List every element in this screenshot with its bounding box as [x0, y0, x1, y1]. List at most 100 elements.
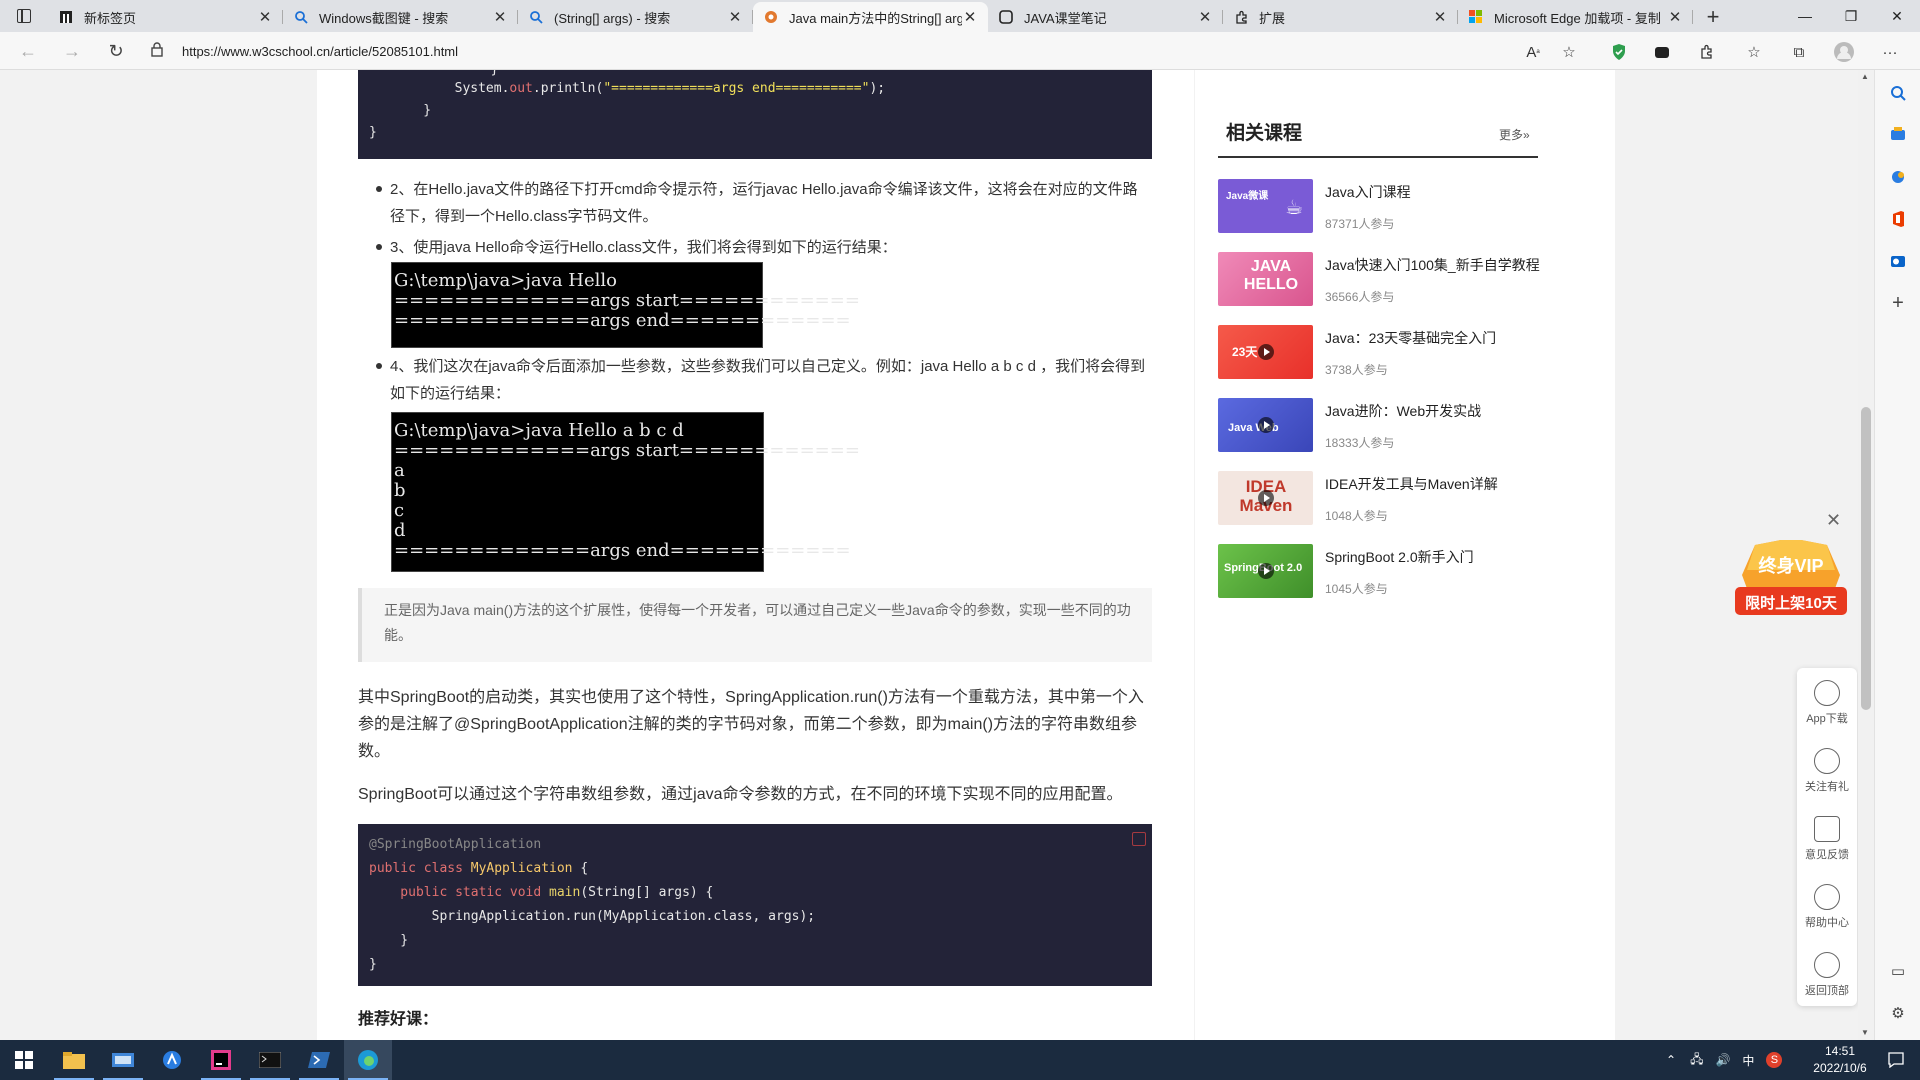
- restore-button[interactable]: ❐: [1828, 0, 1874, 32]
- office-icon[interactable]: [1887, 208, 1909, 230]
- course-title[interactable]: SpringBoot 2.0新手入门: [1325, 547, 1474, 567]
- back-button[interactable]: ←: [14, 38, 42, 64]
- code-line: System.out.println("=============args en…: [392, 81, 886, 96]
- scroll-up-arrow[interactable]: ▲: [1861, 72, 1869, 81]
- close-icon[interactable]: ✕: [962, 8, 978, 26]
- add-favorite-icon[interactable]: ☆: [1557, 40, 1581, 64]
- help-center-button[interactable]: 帮助中心: [1797, 878, 1857, 938]
- follow-gift-button[interactable]: 关注有礼: [1797, 742, 1857, 802]
- favorites-icon[interactable]: ☆: [1742, 40, 1766, 64]
- lock-icon[interactable]: [150, 41, 170, 61]
- course-title[interactable]: Java快速入门100集_新手自学教程: [1325, 255, 1540, 275]
- list-item-step3: 3、使用java Hello命令运行Hello.class文件，我们将会得到如下…: [376, 234, 1152, 261]
- shopping-icon[interactable]: [1887, 123, 1909, 145]
- control-panel-icon[interactable]: [99, 1040, 147, 1080]
- shield-icon[interactable]: [1607, 40, 1631, 64]
- terminal-output-2: G:\temp\java>java Hello a b c d ========…: [391, 412, 860, 572]
- course-thumbnail[interactable]: 23天: [1218, 325, 1313, 379]
- scroll-down-arrow[interactable]: ▼: [1861, 1028, 1869, 1037]
- file-explorer-icon[interactable]: [50, 1040, 98, 1080]
- start-button[interactable]: [0, 1040, 48, 1080]
- w3cschool-icon: [763, 9, 779, 25]
- course-item[interactable]: IDEA Maven IDEA开发工具与Maven详解 1048人参与: [1218, 471, 1548, 527]
- more-courses-link[interactable]: 更多»: [1499, 126, 1530, 143]
- course-thumbnail[interactable]: SpringBoot 2.0: [1218, 544, 1313, 598]
- feedback-button[interactable]: 意见反馈: [1797, 810, 1857, 870]
- close-icon[interactable]: ✕: [257, 8, 273, 26]
- tab-extensions[interactable]: 扩展 ✕: [1223, 2, 1458, 32]
- coffee-icon: ☕: [1285, 197, 1303, 219]
- vip-title: 终身VIP: [1758, 556, 1824, 576]
- course-item[interactable]: JAVA HELLO Java快速入门100集_新手自学教程 36566人参与: [1218, 252, 1548, 308]
- course-participants: 3738人参与: [1325, 363, 1388, 377]
- edge-browser-icon[interactable]: [344, 1040, 392, 1080]
- system-clock[interactable]: 14:51 2022/10/6: [1805, 1043, 1875, 1077]
- copy-code-icon[interactable]: [1132, 832, 1146, 846]
- page-scrollbar[interactable]: ▲ ▼: [1858, 70, 1874, 1040]
- collections-app-icon[interactable]: [1650, 40, 1674, 64]
- games-icon[interactable]: [1887, 166, 1909, 188]
- terminal-icon[interactable]: [246, 1040, 294, 1080]
- vip-promo-badge[interactable]: 终身VIP 限时上架10天: [1735, 538, 1847, 640]
- course-item[interactable]: 23天 Java：23天零基础完全入门 3738人参与: [1218, 325, 1548, 381]
- search-icon[interactable]: [1887, 82, 1909, 104]
- app-icon[interactable]: [148, 1040, 196, 1080]
- hide-sidebar-icon[interactable]: ▭: [1887, 960, 1909, 982]
- close-promo-icon[interactable]: ✕: [1826, 510, 1841, 531]
- course-title[interactable]: Java：23天零基础完全入门: [1325, 328, 1496, 348]
- course-title[interactable]: IDEA开发工具与Maven详解: [1325, 474, 1498, 494]
- course-thumbnail[interactable]: IDEA Maven: [1218, 471, 1313, 525]
- window-close-button[interactable]: ✕: [1874, 0, 1920, 32]
- tab-search-windows[interactable]: Windows截图键 - 搜索 ✕: [283, 2, 518, 32]
- code-block-springboot: @SpringBootApplication public class MyAp…: [358, 824, 1152, 986]
- new-tab-button[interactable]: +: [1693, 2, 1733, 32]
- tray-overflow-icon[interactable]: ⌃: [1666, 1053, 1676, 1067]
- ime-indicator[interactable]: 中: [1742, 1052, 1754, 1069]
- course-thumbnail[interactable]: Java Web: [1218, 398, 1313, 452]
- forward-button[interactable]: →: [58, 38, 86, 64]
- read-aloud-icon[interactable]: Aᵃ: [1521, 40, 1545, 64]
- profile-avatar-icon[interactable]: [1832, 40, 1856, 64]
- intellij-icon[interactable]: [197, 1040, 245, 1080]
- url-field[interactable]: https://www.w3cschool.cn/article/5208510…: [150, 36, 1570, 66]
- close-icon[interactable]: ✕: [492, 8, 508, 26]
- play-icon: [1258, 417, 1274, 433]
- terminal-output-1: G:\temp\java>java Hello =============arg…: [391, 262, 860, 348]
- volume-icon[interactable]: 🔊: [1715, 1053, 1730, 1067]
- course-item[interactable]: Java微课 ☕ Java入门课程 87371人参与: [1218, 179, 1548, 235]
- more-menu-icon[interactable]: ···: [1878, 40, 1902, 64]
- scrollbar-thumb[interactable]: [1861, 407, 1871, 710]
- course-thumbnail[interactable]: Java微课 ☕: [1218, 179, 1313, 233]
- add-sidebar-app-icon[interactable]: +: [1887, 292, 1909, 314]
- page-viewport: } System.out.println("=============args …: [0, 70, 1904, 1040]
- refresh-button[interactable]: ↻: [102, 38, 130, 64]
- code-line: SpringApplication.run(MyApplication.clas…: [369, 909, 816, 924]
- tab-edge-addons[interactable]: Microsoft Edge 加载项 - 复制 ✕: [1458, 2, 1693, 32]
- course-item[interactable]: Java Web Java进阶：Web开发实战 18333人参与: [1218, 398, 1548, 454]
- tab-java-notes[interactable]: JAVA课堂笔记 ✕: [988, 2, 1223, 32]
- close-icon[interactable]: ✕: [1667, 8, 1683, 26]
- course-title[interactable]: Java入门课程: [1325, 182, 1411, 202]
- notification-center-icon[interactable]: [1872, 1040, 1920, 1080]
- course-title[interactable]: Java进阶：Web开发实战: [1325, 401, 1481, 421]
- network-icon[interactable]: 🖧: [1690, 1050, 1703, 1071]
- tab-new-tab[interactable]: 新标签页 ✕: [48, 2, 283, 32]
- course-thumbnail[interactable]: JAVA HELLO: [1218, 252, 1313, 306]
- settings-gear-icon[interactable]: ⚙: [1887, 1002, 1909, 1024]
- minimize-button[interactable]: —: [1782, 0, 1828, 32]
- tab-search-args[interactable]: (String[] args) - 搜索 ✕: [518, 2, 753, 32]
- collections-icon[interactable]: ⧉: [1787, 40, 1811, 64]
- antivirus-s-icon[interactable]: S: [1766, 1052, 1783, 1068]
- powershell-icon[interactable]: [295, 1040, 343, 1080]
- tab-java-main[interactable]: Java main方法中的String[] args参数 ✕: [753, 2, 988, 32]
- close-icon[interactable]: ✕: [1432, 8, 1448, 26]
- close-icon[interactable]: ✕: [727, 8, 743, 26]
- app-download-button[interactable]: App下载: [1797, 674, 1857, 734]
- tab-actions-button[interactable]: [0, 0, 48, 32]
- outlook-icon[interactable]: [1887, 250, 1909, 272]
- close-icon[interactable]: ✕: [1197, 8, 1213, 26]
- back-to-top-button[interactable]: 返回顶部: [1797, 946, 1857, 1006]
- course-participants: 1048人参与: [1325, 509, 1388, 523]
- course-item[interactable]: SpringBoot 2.0 SpringBoot 2.0新手入门 1045人参…: [1218, 544, 1548, 600]
- extensions-icon[interactable]: [1695, 40, 1719, 64]
